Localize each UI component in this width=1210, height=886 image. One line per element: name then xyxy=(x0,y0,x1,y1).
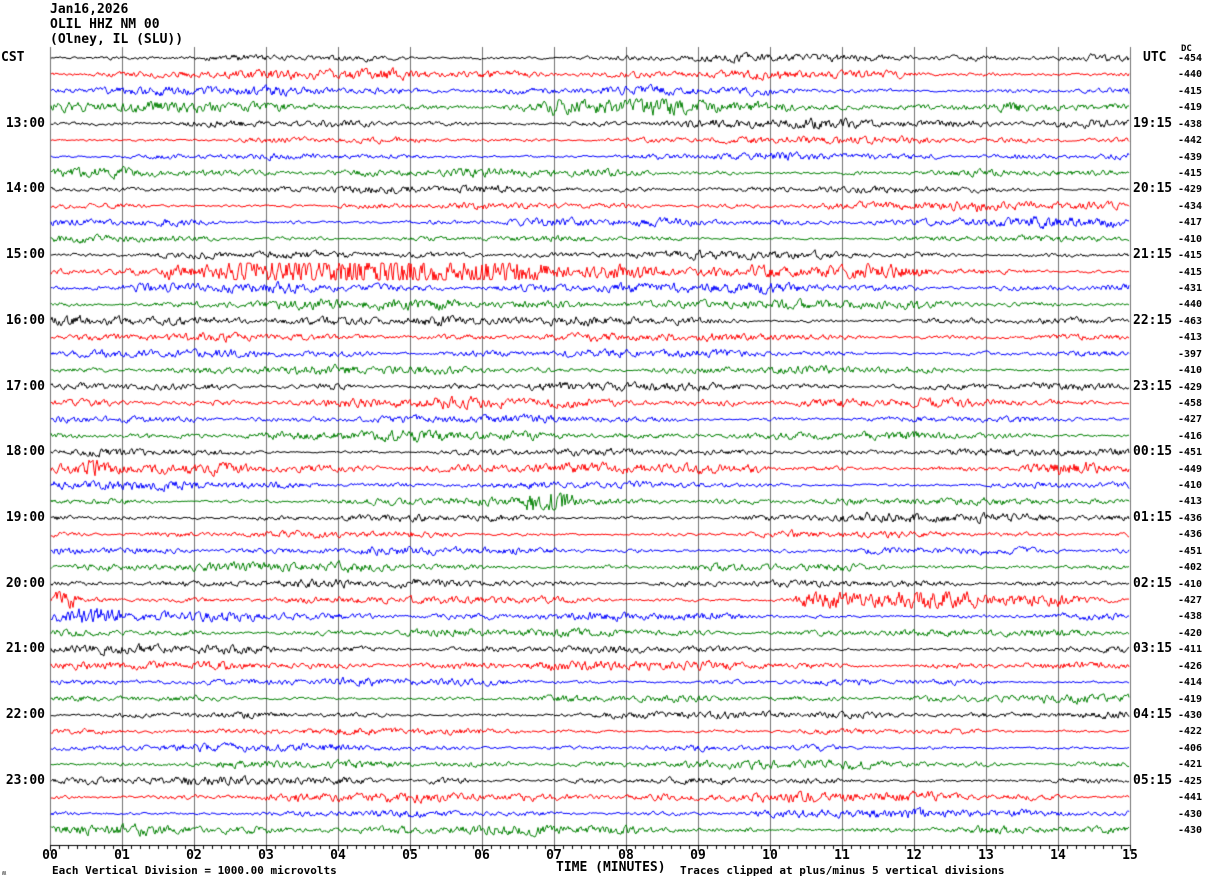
x-axis-tick-label: 01 xyxy=(114,848,130,863)
x-axis-tick-label: 06 xyxy=(474,848,490,863)
dc-offset-value: -430 xyxy=(1178,710,1203,721)
dc-offset-value: -415 xyxy=(1178,250,1203,262)
dc-offset-value: -417 xyxy=(1178,217,1203,229)
x-axis-tick-label: 00 xyxy=(42,848,58,863)
right-time-label: 21:15 xyxy=(1133,247,1173,263)
dc-offset-value: -415 xyxy=(1178,266,1203,278)
dc-offset-value: -410 xyxy=(1178,578,1203,590)
dc-offset-value: -458 xyxy=(1178,397,1203,409)
dc-offset-value: -451 xyxy=(1178,545,1203,557)
dc-offset-value: -438 xyxy=(1178,118,1203,130)
clip-note: Traces clipped at plus/minus 5 vertical … xyxy=(680,864,1005,877)
x-axis-tick-label: 04 xyxy=(330,848,346,863)
helicorder-screen: Jan16,2026 OLIL HHZ NM 00 (Olney, IL (SL… xyxy=(0,0,1210,886)
dc-offset-value: -397 xyxy=(1178,348,1203,360)
dc-offset-value: -410 xyxy=(1178,233,1203,245)
x-axis-tick-label: 11 xyxy=(834,848,850,863)
x-axis-tick-label: 14 xyxy=(1050,848,1066,863)
x-axis-tick-label: 09 xyxy=(690,848,706,863)
dc-offset-value: -411 xyxy=(1178,644,1203,656)
dc-offset-value: -419 xyxy=(1178,102,1203,114)
x-axis-tick-label: 05 xyxy=(402,848,418,863)
dc-offset-value: -429 xyxy=(1178,381,1203,393)
right-time-label: 20:15 xyxy=(1133,181,1173,197)
dc-offset-value: -436 xyxy=(1178,512,1203,524)
dc-offset-value: -449 xyxy=(1178,463,1203,475)
dc-offset-value: -416 xyxy=(1178,430,1203,442)
x-axis-tick-label: 02 xyxy=(186,848,202,863)
dc-offset-value: -430 xyxy=(1178,824,1203,836)
dc-offset-value: -426 xyxy=(1178,660,1203,672)
dc-offset-value: -439 xyxy=(1178,151,1203,163)
left-time-label: 21:00 xyxy=(5,641,45,657)
left-time-label: 19:00 xyxy=(5,509,45,525)
left-time-label: 13:00 xyxy=(5,115,45,131)
dc-offset-value: -406 xyxy=(1178,742,1203,754)
dc-offset-value: -425 xyxy=(1178,775,1203,787)
left-time-label: 17:00 xyxy=(5,378,45,394)
left-time-label: 18:00 xyxy=(5,444,45,460)
right-time-label: 05:15 xyxy=(1133,772,1173,788)
dc-offset-value: -434 xyxy=(1178,200,1203,212)
dc-offset-value: -442 xyxy=(1178,135,1203,147)
left-time-label: 15:00 xyxy=(5,247,45,263)
right-time-label: 03:15 xyxy=(1133,641,1173,657)
left-time-label: 16:00 xyxy=(5,312,45,328)
right-time-label: 02:15 xyxy=(1133,575,1173,591)
dc-offset-value: -420 xyxy=(1178,627,1203,639)
dc-offset-value: -410 xyxy=(1178,365,1203,377)
dc-offset-value: -413 xyxy=(1178,332,1203,344)
dc-offset-value: -415 xyxy=(1178,167,1203,179)
seismogram-trace-canvas xyxy=(0,0,1210,886)
x-axis-tick-label: 12 xyxy=(906,848,922,863)
dc-offset-value: -438 xyxy=(1178,611,1203,623)
right-time-label: 01:15 xyxy=(1133,509,1173,525)
dc-offset-value: -451 xyxy=(1178,447,1203,459)
right-time-label: 22:15 xyxy=(1133,312,1173,328)
dc-offset-value: -436 xyxy=(1178,529,1203,541)
left-time-label: 23:00 xyxy=(5,772,45,788)
corner-mark: ʍ xyxy=(2,869,7,877)
x-axis-tick-label: 10 xyxy=(762,848,778,863)
x-axis-tick-label: 03 xyxy=(258,848,274,863)
dc-offset-value: -415 xyxy=(1178,85,1203,97)
dc-offset-value: -414 xyxy=(1178,677,1203,689)
header-location: (Olney, IL (SLU)) xyxy=(50,32,184,47)
dc-offset-value: -429 xyxy=(1178,184,1203,196)
left-time-label: 20:00 xyxy=(5,575,45,591)
right-time-label: 04:15 xyxy=(1133,707,1173,722)
dc-offset-value: -413 xyxy=(1178,496,1203,508)
right-time-label: 00:15 xyxy=(1133,444,1173,460)
dc-offset-value: -440 xyxy=(1178,299,1203,311)
x-axis-title: TIME (MINUTES) xyxy=(556,860,666,875)
dc-offset-value: -427 xyxy=(1178,414,1203,426)
dc-offset-value: -441 xyxy=(1178,792,1203,804)
dc-offset-value: -427 xyxy=(1178,595,1203,607)
x-axis-tick-label: 13 xyxy=(978,848,994,863)
dc-offset-value: -431 xyxy=(1178,282,1203,294)
dc-offset-value: -402 xyxy=(1178,562,1203,574)
dc-offset-value: -410 xyxy=(1178,480,1203,492)
dc-offset-value: -419 xyxy=(1178,693,1203,705)
header-station: OLIL HHZ NM 00 xyxy=(50,17,160,32)
left-time-label: 22:00 xyxy=(5,707,45,722)
dc-offset-value: -430 xyxy=(1178,808,1203,820)
dc-offset-value: -440 xyxy=(1178,69,1203,81)
dc-offset-value: -454 xyxy=(1178,53,1203,64)
right-time-label: 23:15 xyxy=(1133,378,1173,394)
dc-offset-value: -422 xyxy=(1178,726,1203,738)
dc-offset-value: -421 xyxy=(1178,759,1203,771)
dc-offset-value: -463 xyxy=(1178,315,1203,327)
header-date: Jan16,2026 xyxy=(50,2,129,17)
right-time-label: 19:15 xyxy=(1133,115,1173,131)
scale-note: Each Vertical Division = 1000.00 microvo… xyxy=(52,864,337,877)
left-time-label: 14:00 xyxy=(5,181,45,197)
left-timezone-label: CST xyxy=(1,50,25,65)
right-timezone-label: UTC xyxy=(1143,50,1167,65)
x-axis-tick-label: 15 xyxy=(1122,848,1138,863)
